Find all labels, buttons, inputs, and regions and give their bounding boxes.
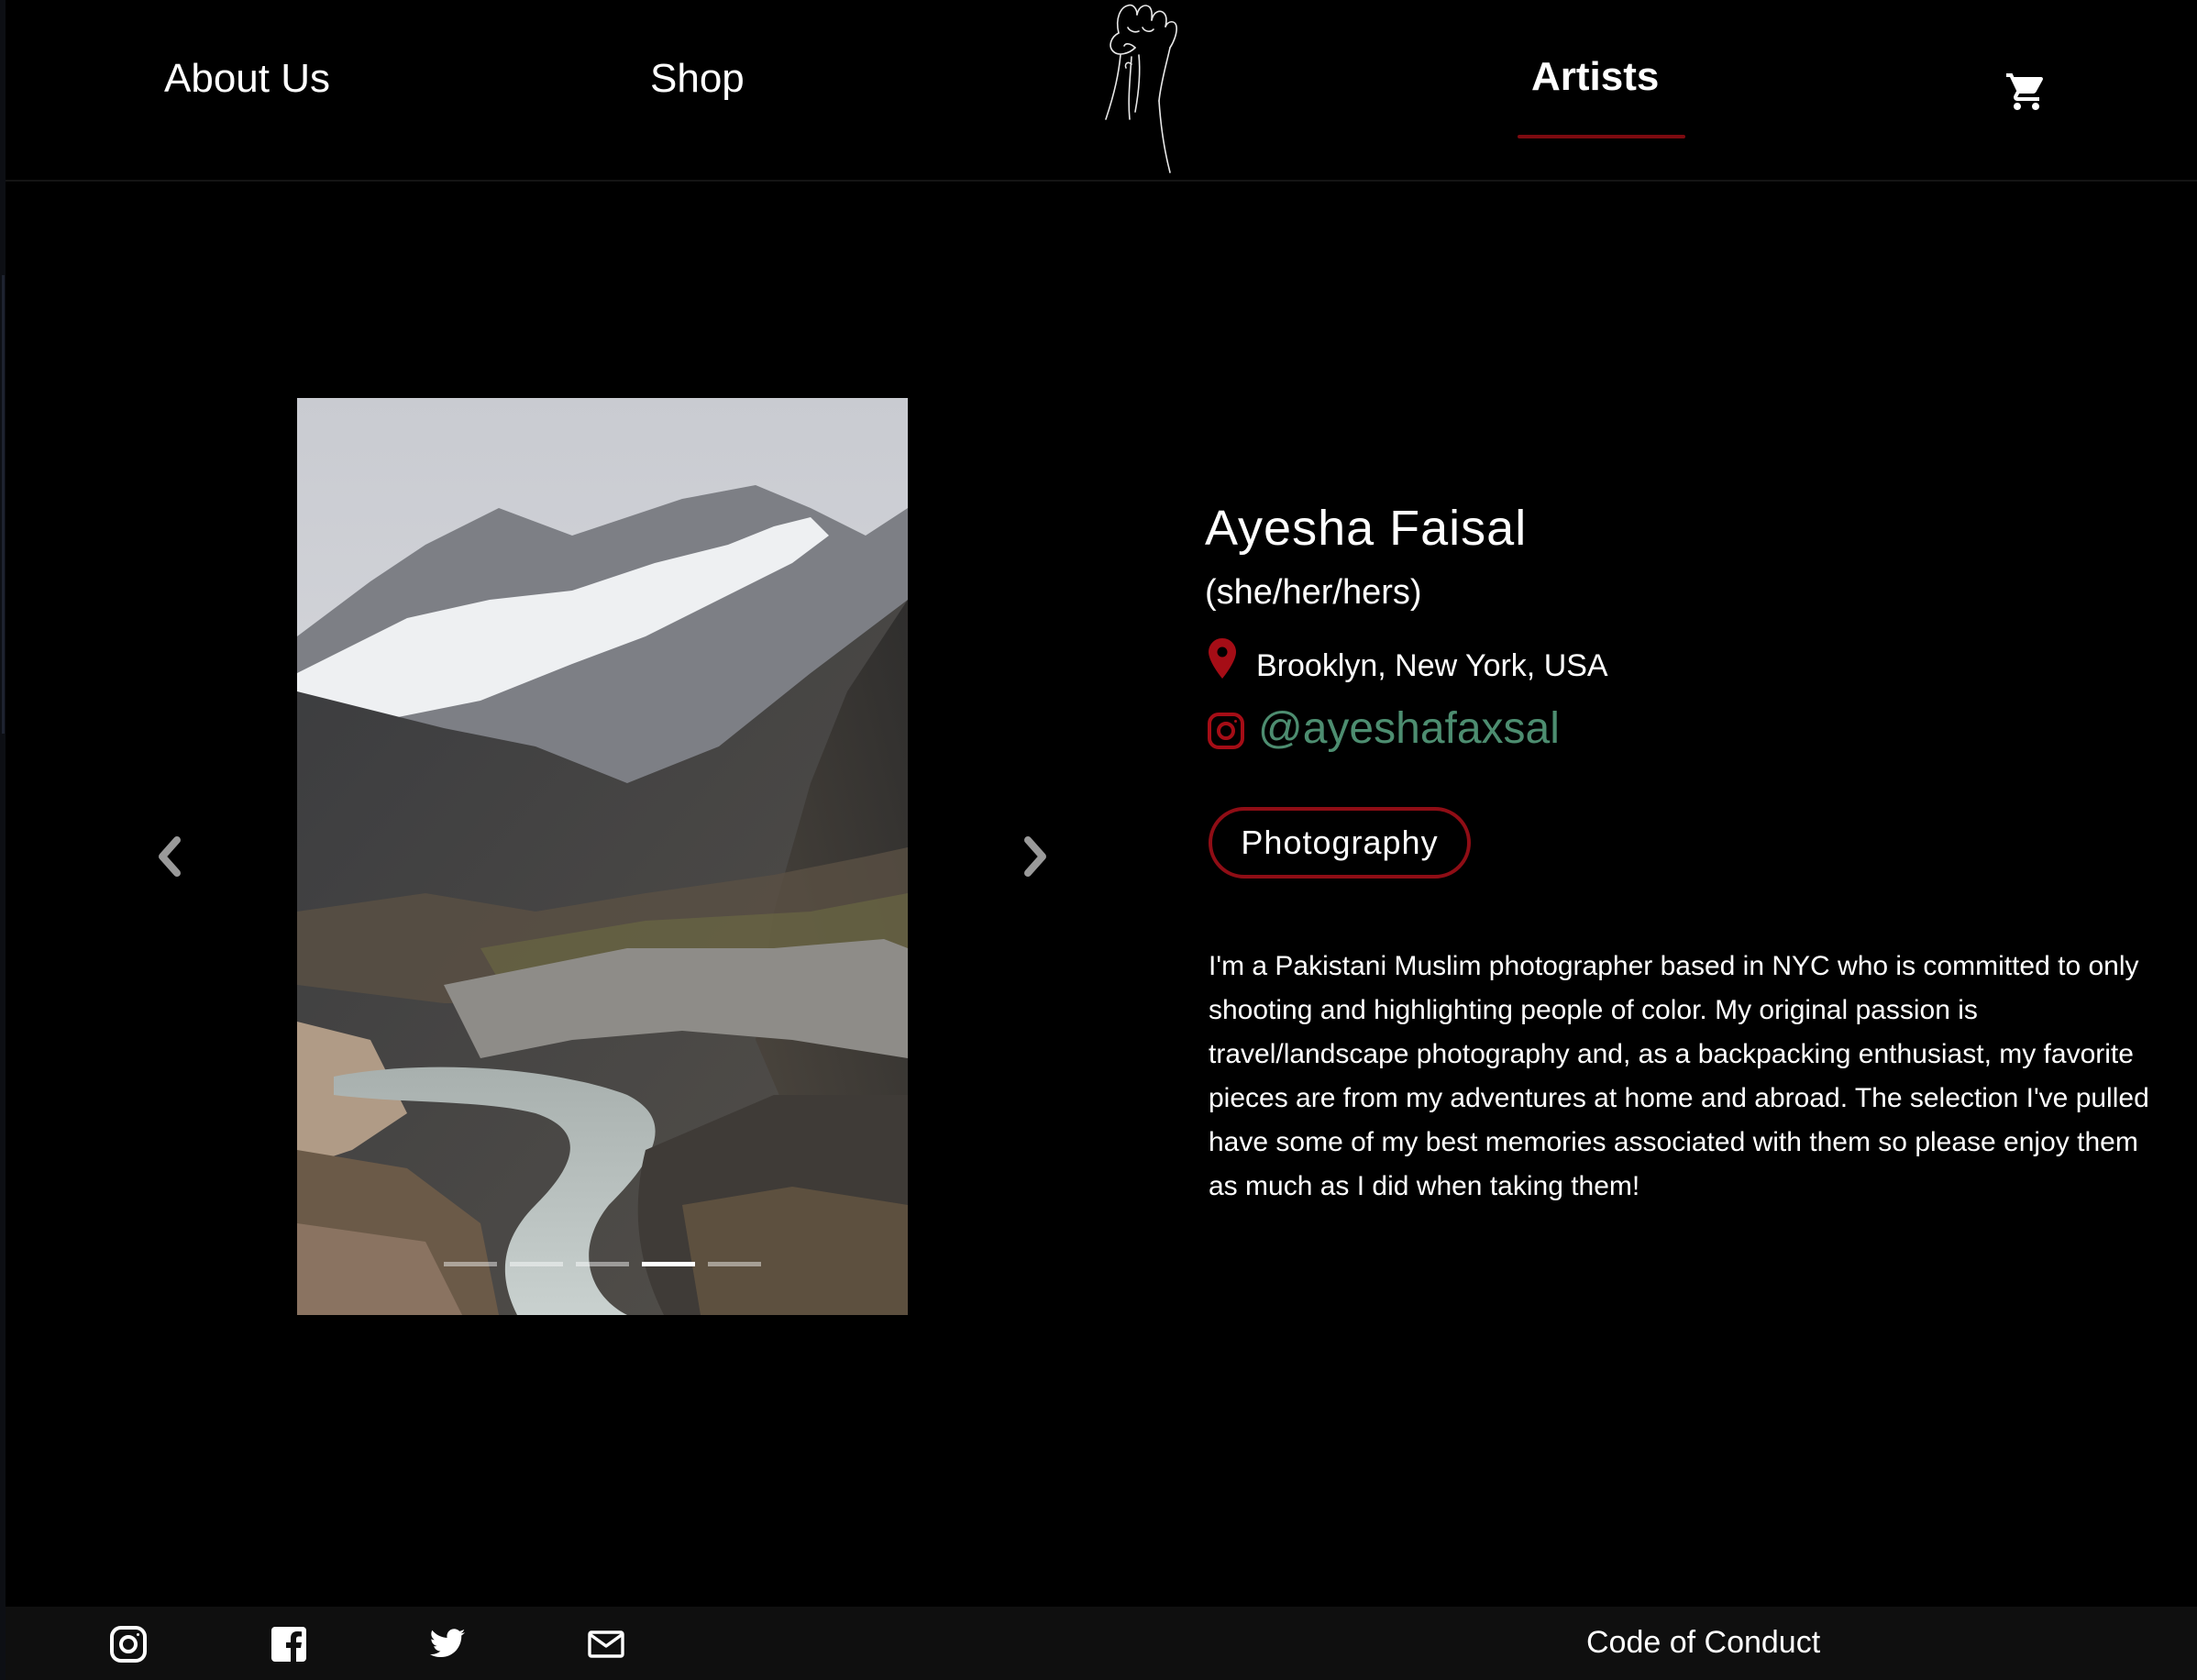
window-edge — [0, 0, 6, 1680]
carousel-dot[interactable] — [576, 1262, 629, 1266]
code-of-conduct-link[interactable]: Code of Conduct — [1586, 1625, 1820, 1661]
carousel-indicators — [444, 1262, 761, 1266]
artist-pronouns: (she/her/hers) — [1205, 573, 1422, 612]
active-nav-indicator — [1518, 135, 1685, 138]
carousel-photo — [297, 398, 908, 1315]
location-pin-icon — [1209, 638, 1236, 679]
site-header: About Us Shop Artists — [6, 0, 2197, 182]
category-tag-label: Photography — [1241, 823, 1439, 861]
category-tag[interactable]: Photography — [1209, 807, 1471, 879]
twitter-icon[interactable] — [428, 1625, 467, 1663]
instagram-handle-link[interactable]: @ayeshafaxsal — [1258, 703, 1560, 754]
artist-location: Brooklyn, New York, USA — [1256, 648, 1608, 683]
carousel-dot[interactable] — [708, 1262, 761, 1266]
artist-bio: I'm a Pakistani Muslim photographer base… — [1209, 951, 2149, 1201]
nav-shop[interactable]: Shop — [650, 55, 745, 104]
cart-icon[interactable] — [2004, 70, 2048, 114]
nav-artists[interactable]: Artists — [1531, 53, 1659, 102]
facebook-icon[interactable] — [270, 1625, 308, 1663]
carousel-prev-arrow[interactable] — [147, 831, 193, 882]
carousel-dot-active[interactable] — [642, 1262, 695, 1266]
raised-fist-logo[interactable] — [1087, 0, 1198, 174]
carousel-dot[interactable] — [510, 1262, 563, 1266]
instagram-icon — [1208, 713, 1244, 749]
nav-about-us[interactable]: About Us — [164, 55, 330, 104]
carousel-dot[interactable] — [444, 1262, 497, 1266]
carousel-next-arrow[interactable] — [1012, 831, 1058, 882]
artist-name: Ayesha Faisal — [1205, 501, 1528, 556]
site-footer: Code of Conduct — [6, 1607, 2197, 1680]
instagram-icon[interactable] — [109, 1625, 148, 1663]
mail-icon[interactable] — [587, 1625, 625, 1663]
